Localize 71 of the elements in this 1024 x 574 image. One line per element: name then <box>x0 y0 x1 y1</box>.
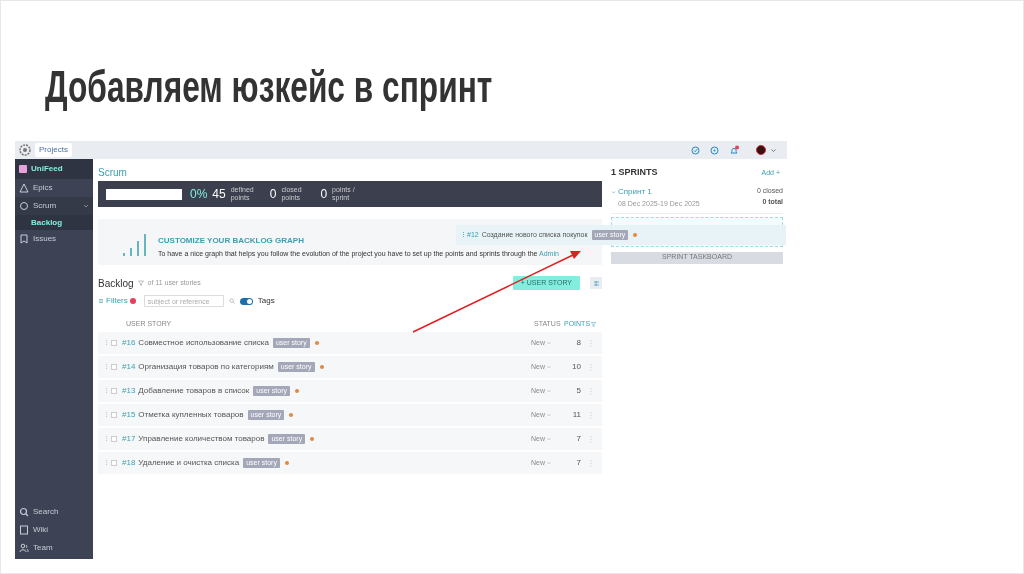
chevron-down-icon <box>547 365 551 369</box>
sidebar-item[interactable]: Scrum <box>15 197 93 215</box>
chevron-down-icon <box>770 146 777 154</box>
page-title: Scrum <box>98 166 128 179</box>
sidebar-item[interactable]: Team <box>15 539 93 557</box>
tags-toggle[interactable] <box>239 297 253 305</box>
sidebar-item[interactable]: Backlog <box>15 215 93 230</box>
people-icon <box>19 543 29 553</box>
chevron-down-icon <box>547 341 551 345</box>
drag-handle-icon <box>105 411 108 419</box>
story-points[interactable]: 7 <box>561 433 583 445</box>
drag-handle-icon <box>105 339 108 347</box>
story-points[interactable]: 11 <box>561 409 583 421</box>
bar-chart-icon <box>122 232 148 258</box>
progress-percent: 0% <box>190 186 208 203</box>
story-subject[interactable]: Удаление и очистка списка <box>138 457 240 469</box>
stat-value: 0 <box>269 186 277 203</box>
drag-handle-icon <box>462 231 465 239</box>
slide-title: Добавляем юзкейс в спринт <box>45 65 493 109</box>
chevron-down-icon <box>547 413 551 417</box>
avatar[interactable] <box>756 145 766 155</box>
projects-button[interactable]: Projects <box>35 143 72 157</box>
chevron-down-icon <box>547 461 551 465</box>
stat-value: 45 <box>212 186 226 203</box>
row-checkbox[interactable] <box>111 460 117 466</box>
backlog-title: Backlog <box>98 276 134 291</box>
sidebar-item[interactable]: Wiki <box>15 521 93 539</box>
story-points[interactable]: 10 <box>561 361 583 373</box>
filter-icon <box>137 280 144 286</box>
drag-handle-icon <box>105 435 108 443</box>
search-icon <box>228 298 235 304</box>
drag-handle-icon <box>105 363 108 371</box>
sprints-title: 1 SPRINTS <box>611 166 658 180</box>
help-icon <box>710 145 719 155</box>
tags-label: Tags <box>257 295 275 307</box>
story-points[interactable]: 8 <box>561 337 583 349</box>
stat-value: 0 <box>320 186 328 203</box>
row-checkbox[interactable] <box>111 412 117 418</box>
check-circle-icon <box>691 145 700 155</box>
story-subject[interactable]: Отметка купленных товаров <box>138 409 244 421</box>
story-subject[interactable]: Добавление товаров в список <box>138 385 250 397</box>
banner-title: CUSTOMIZE YOUR BACKLOG GRAPH <box>158 235 304 247</box>
story-points[interactable]: 5 <box>561 385 583 397</box>
columns-icon <box>592 279 600 287</box>
row-checkbox[interactable] <box>111 436 117 442</box>
filter-icon <box>591 321 597 327</box>
row-checkbox[interactable] <box>111 388 117 394</box>
drag-handle-icon <box>105 459 108 467</box>
warning-badge-icon <box>129 298 136 304</box>
sidebar-item[interactable]: Search <box>15 503 93 521</box>
sidebar-item[interactable]: Epics <box>15 179 93 197</box>
search-icon <box>19 507 29 517</box>
warning-triangle-icon <box>19 183 29 193</box>
sliders-icon <box>98 298 104 304</box>
book-icon <box>19 525 29 535</box>
story-subject[interactable]: Управление количеством товаров <box>138 433 265 445</box>
compact-view-button[interactable] <box>590 277 602 289</box>
project-logo-icon <box>19 165 27 173</box>
logo-icon <box>19 144 31 156</box>
row-checkbox[interactable] <box>111 340 117 346</box>
chevron-down-icon <box>547 389 551 393</box>
chevron-down-icon <box>547 437 551 441</box>
sidebar-item[interactable]: Issues <box>15 230 93 248</box>
notification-bell-icon <box>729 144 740 156</box>
story-points[interactable]: 7 <box>561 457 583 469</box>
bookmark-icon <box>19 234 29 244</box>
story-subject[interactable]: Совместное использование списка <box>138 337 269 349</box>
project-item[interactable]: UniFeed <box>15 159 93 179</box>
row-checkbox[interactable] <box>111 364 117 370</box>
drag-handle-icon <box>105 387 108 395</box>
story-subject[interactable]: Организация товаров по категориям <box>138 361 274 373</box>
